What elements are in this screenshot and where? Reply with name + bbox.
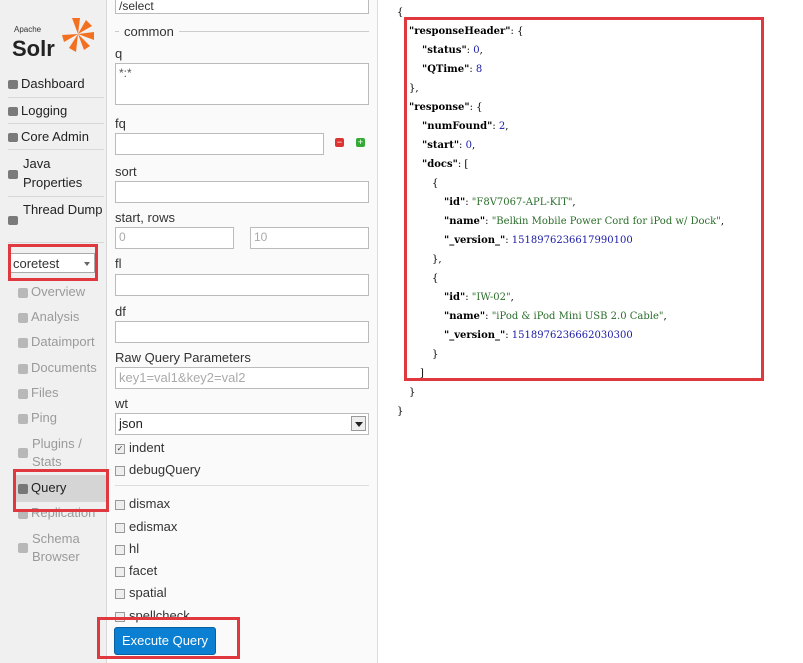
- checkbox-icon[interactable]: [115, 611, 125, 622]
- divider: [8, 97, 104, 98]
- debugquery-checkbox[interactable]: debugQuery: [115, 462, 201, 477]
- core-nav-dataimport[interactable]: Dataimport: [18, 333, 95, 351]
- divider: [115, 485, 369, 486]
- core-selector[interactable]: coretest: [9, 253, 95, 273]
- checkbox-icon[interactable]: [115, 522, 125, 533]
- start-input[interactable]: 0: [115, 227, 234, 249]
- wt-label: wt: [115, 396, 128, 411]
- df-input[interactable]: [115, 321, 369, 343]
- start-value: 0: [465, 140, 472, 151]
- request-handler-input[interactable]: /select: [115, 0, 369, 14]
- sort-input[interactable]: [115, 181, 369, 203]
- fl-input[interactable]: [115, 274, 369, 296]
- doc-id: F8V7067-APL-KIT: [476, 197, 568, 208]
- wt-select[interactable]: json: [115, 413, 369, 435]
- core-admin-icon: [8, 133, 18, 143]
- checkbox-icon[interactable]: [115, 544, 125, 555]
- checkbox-icon[interactable]: [115, 499, 125, 510]
- numfound-value: 2: [498, 121, 506, 132]
- ping-icon: [18, 413, 28, 424]
- documents-icon: [18, 363, 28, 374]
- schema-icon: [18, 543, 28, 553]
- core-nav-replication[interactable]: Replication: [18, 504, 95, 522]
- plugins-icon: [18, 448, 28, 458]
- divider: [8, 123, 104, 124]
- fq-label: fq: [115, 116, 126, 131]
- core-nav-files[interactable]: Files: [18, 384, 58, 402]
- filter-icon: [18, 312, 28, 323]
- sort-label: sort: [115, 164, 137, 179]
- sidebar: Apache Solr Dashboard Logging Core Admin…: [0, 0, 107, 663]
- status-value: 0: [473, 45, 480, 56]
- files-icon: [18, 388, 28, 399]
- query-form: /select common q *:* fq − + sort start, …: [107, 0, 378, 663]
- nav-core-admin[interactable]: Core Admin: [8, 127, 104, 146]
- chevron-down-icon[interactable]: [351, 416, 366, 431]
- q-textarea[interactable]: *:*: [115, 63, 369, 105]
- spellcheck-checkbox[interactable]: spellcheck: [115, 608, 190, 623]
- logo-solr: Solr: [12, 36, 55, 61]
- nav-logging[interactable]: Logging: [8, 101, 104, 120]
- replication-icon: [18, 508, 28, 519]
- fl-label: fl: [115, 256, 122, 271]
- doc-id: IW-02: [476, 292, 506, 303]
- qtime-value: 8: [475, 64, 483, 75]
- nav-dashboard[interactable]: Dashboard: [8, 74, 104, 93]
- execute-query-button[interactable]: Execute Query: [114, 627, 216, 655]
- raw-params-label: Raw Query Parameters: [115, 350, 251, 365]
- core-nav-plugins-stats[interactable]: Plugins / Stats: [18, 435, 98, 471]
- divider: [8, 196, 104, 197]
- remove-icon[interactable]: −: [335, 138, 344, 147]
- search-icon: [18, 483, 28, 494]
- checkbox-checked-icon[interactable]: ✓: [115, 443, 125, 454]
- core-nav-schema-browser[interactable]: Schema Browser: [18, 530, 98, 566]
- core-nav-documents[interactable]: Documents: [18, 359, 97, 377]
- java-icon: [8, 170, 18, 179]
- logo-apache: Apache: [14, 25, 42, 34]
- response-panel: { "responseHeader": { "status": 0, "QTim…: [397, 7, 725, 417]
- core-nav-ping[interactable]: Ping: [18, 409, 57, 427]
- facet-checkbox[interactable]: facet: [115, 563, 157, 578]
- nav-thread-dump[interactable]: Thread Dump: [8, 200, 104, 225]
- doc-version: 1518976236662030300: [511, 330, 633, 341]
- core-nav-overview[interactable]: Overview: [18, 283, 85, 301]
- chevron-down-icon: [84, 262, 90, 266]
- doc-version: 1518976236617990100: [511, 235, 633, 246]
- add-icon[interactable]: +: [356, 138, 365, 147]
- core-nav-query[interactable]: Query: [18, 479, 66, 497]
- checkbox-icon[interactable]: [115, 566, 125, 577]
- thread-dump-icon: [8, 216, 18, 225]
- indent-checkbox[interactable]: ✓ indent: [115, 440, 164, 455]
- divider: [8, 149, 104, 150]
- dashboard-icon: [8, 80, 18, 90]
- fq-input[interactable]: [115, 133, 324, 155]
- edismax-checkbox[interactable]: edismax: [115, 519, 177, 534]
- home-icon: [18, 287, 28, 298]
- doc-name: Belkin Mobile Power Cord for iPod w/ Doc…: [496, 216, 717, 227]
- raw-params-input[interactable]: key1=val1&key2=val2: [115, 367, 369, 389]
- spatial-checkbox[interactable]: spatial: [115, 585, 167, 600]
- checkbox-icon[interactable]: [115, 588, 125, 599]
- dataimport-icon: [18, 337, 28, 348]
- core-nav-analysis[interactable]: Analysis: [18, 308, 79, 326]
- solr-logo[interactable]: Apache Solr: [10, 12, 100, 62]
- doc-name: iPod & iPod Mini USB 2.0 Cable: [496, 311, 659, 322]
- nav-java-properties[interactable]: Java Properties: [8, 154, 104, 192]
- dismax-checkbox[interactable]: dismax: [115, 496, 170, 511]
- rows-input[interactable]: 10: [250, 227, 369, 249]
- df-label: df: [115, 304, 126, 319]
- logging-icon: [8, 107, 18, 117]
- hl-checkbox[interactable]: hl: [115, 541, 139, 556]
- q-label: q: [115, 46, 123, 61]
- checkbox-icon[interactable]: [115, 465, 125, 476]
- start-rows-label: start, rows: [115, 210, 175, 225]
- common-legend: common: [119, 24, 179, 39]
- divider: [8, 242, 104, 243]
